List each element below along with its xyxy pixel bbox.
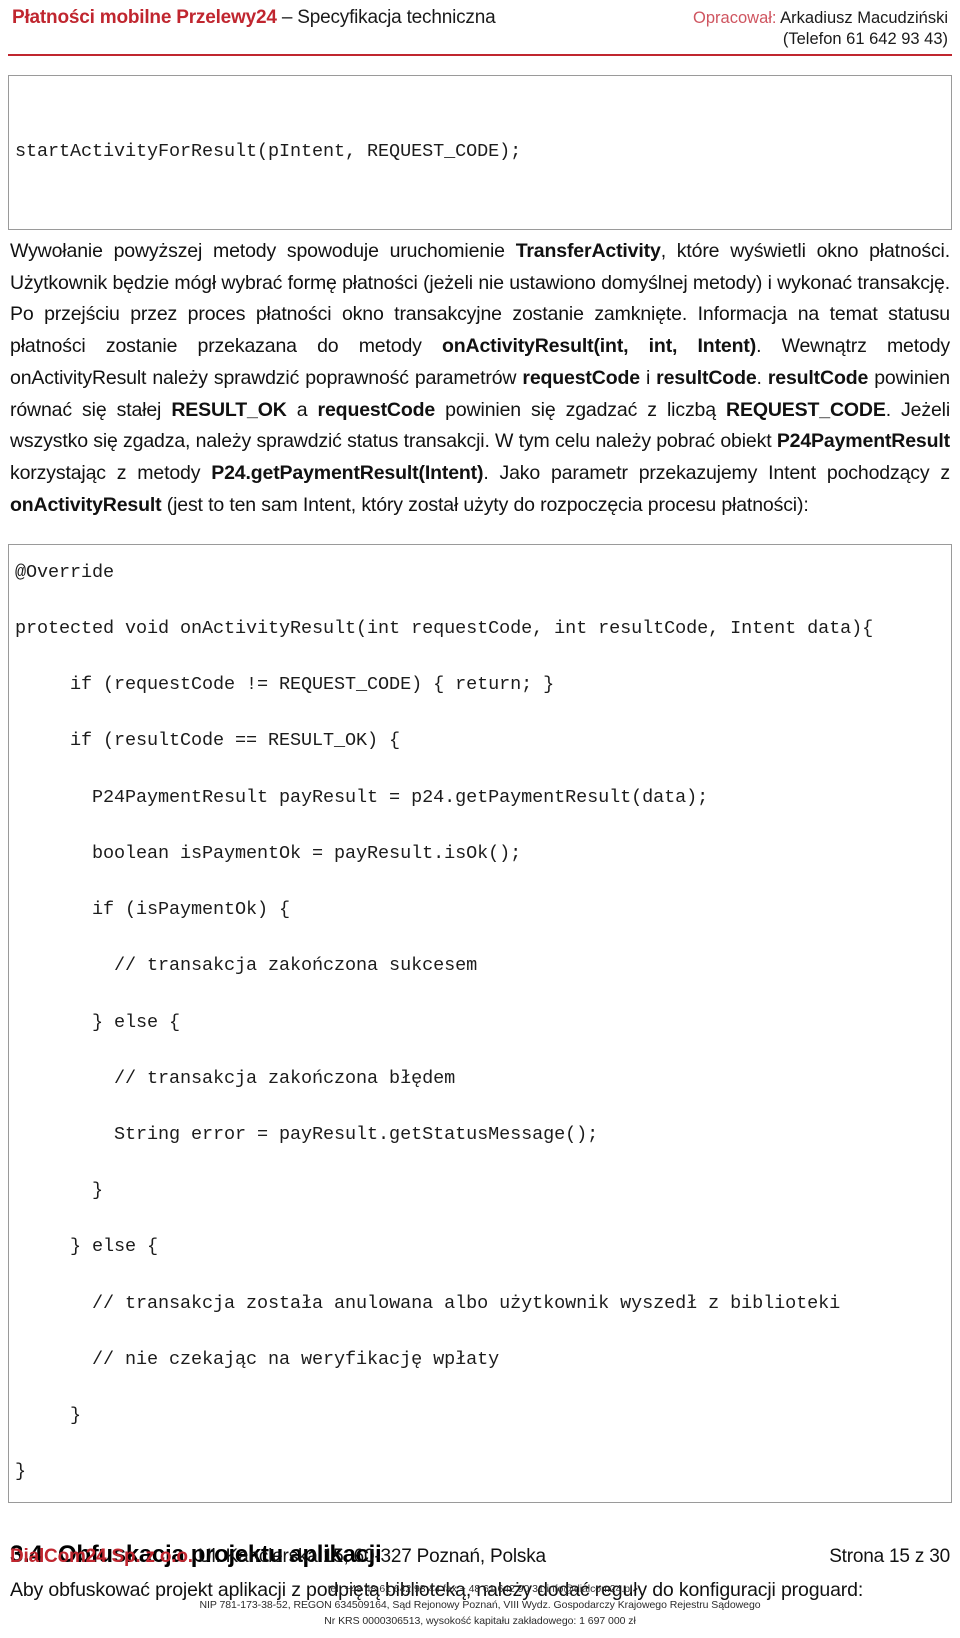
code-line: if (isPaymentOk) {: [15, 899, 291, 921]
header-title-block: Płatności mobilne Przelewy24 – Specyfika…: [12, 6, 496, 28]
code-line: // transakcja została anulowana albo uży…: [15, 1292, 841, 1314]
header-phone: (Telefon 61 642 93 43): [782, 30, 948, 49]
document-header: Płatności mobilne Przelewy24 – Specyfika…: [8, 0, 952, 57]
para-emphasis: RESULT_OK: [171, 398, 287, 421]
footer-legal-line: NIP 781-173-38-52, REGON 634509164, Sąd …: [199, 1599, 761, 1612]
para-text: (jest to ten sam Intent, który został uż…: [161, 494, 809, 517]
code-line: }: [15, 1405, 82, 1427]
code-line: startActivityForResult(pIntent, REQUEST_…: [15, 141, 522, 163]
header-subtitle: – Specyfikacja techniczna: [276, 7, 496, 28]
code-line: protected void onActivityResult(int requ…: [15, 618, 874, 640]
footer-legal-line: tel. +48 48 61 642 93 44 fax + 48 61 642…: [327, 1583, 633, 1596]
footer-company: DialCom24 Sp. z o.o. Ul. Kanclerska 15, …: [10, 1546, 546, 1568]
para-text: i: [639, 366, 657, 389]
header-author-name: Arkadiusz Macudziński: [776, 9, 948, 27]
code-line: if (requestCode != REQUEST_CODE) { retur…: [15, 674, 555, 696]
para-text: korzystając z metody: [10, 462, 212, 485]
code-line: @Override: [15, 561, 115, 583]
para-emphasis: P24PaymentResult: [776, 430, 950, 453]
para-emphasis: requestCode: [317, 398, 436, 421]
header-author-label: Opracował:: [693, 9, 777, 27]
para-emphasis: requestCode: [522, 366, 640, 389]
para-text: a: [286, 398, 318, 421]
header-brand: Płatności mobilne Przelewy24: [12, 7, 277, 28]
code-line: P24PaymentResult payResult = p24.getPaym…: [15, 786, 709, 808]
code-line: String error = payResult.getStatusMessag…: [15, 1123, 599, 1145]
para-text: . Jako parametr przekazujemy Intent poch…: [483, 462, 950, 485]
footer-company-address: Ul. Kanclerska 15, 60-327 Poznań, Polska: [192, 1546, 546, 1568]
footer-legal-line: Nr KRS 0000306513, wysokość kapitału zak…: [324, 1615, 636, 1628]
header-author-block: Opracował: Arkadiusz Macudziński (Telefo…: [693, 6, 948, 50]
code-line: if (resultCode == RESULT_OK) {: [15, 730, 401, 752]
code-block-top: startActivityForResult(pIntent, REQUEST_…: [8, 75, 952, 230]
para-emphasis: onActivityResult: [10, 494, 162, 517]
para-emphasis: TransferActivity: [515, 239, 661, 262]
code-line: // transakcja zakończona błędem: [15, 1067, 456, 1089]
footer-page-number: Strona 15 z 30: [829, 1546, 950, 1568]
footer-company-name: DialCom24 Sp. z o.o.: [10, 1546, 193, 1568]
document-page: Płatności mobilne Przelewy24 – Specyfika…: [0, 0, 960, 1638]
code-line: }: [15, 1461, 27, 1483]
para-emphasis: P24.getPaymentResult(Intent): [211, 462, 484, 485]
footer-main-row: DialCom24 Sp. z o.o. Ul. Kanclerska 15, …: [8, 1546, 952, 1570]
para-text: powinien się zgadzać z liczbą: [435, 398, 727, 421]
document-footer: DialCom24 Sp. z o.o. Ul. Kanclerska 15, …: [8, 1546, 952, 1638]
footer-legal-block: tel. +48 48 61 642 93 44 fax + 48 61 642…: [8, 1570, 952, 1638]
code-line: boolean isPaymentOk = payResult.isOk();: [15, 842, 522, 864]
code-block-main: @Override protected void onActivityResul…: [8, 543, 952, 1504]
para-text: Wywołanie powyższej metody spowoduje uru…: [10, 239, 516, 262]
code-line: // nie czekając na weryfikację wpłaty: [15, 1348, 500, 1370]
code-line: }: [15, 1180, 104, 1202]
para-emphasis: resultCode: [656, 366, 757, 389]
para-emphasis: onActivityResult(int, int, Intent): [441, 335, 757, 358]
body-paragraph: Wywołanie powyższej metody spowoduje uru…: [10, 236, 950, 522]
code-line: } else {: [15, 1011, 181, 1033]
code-line: // transakcja zakończona sukcesem: [15, 955, 478, 977]
para-text: .: [756, 366, 768, 389]
para-emphasis: REQUEST_CODE: [726, 398, 886, 421]
code-line: } else {: [15, 1236, 159, 1258]
para-emphasis: resultCode: [767, 366, 869, 389]
